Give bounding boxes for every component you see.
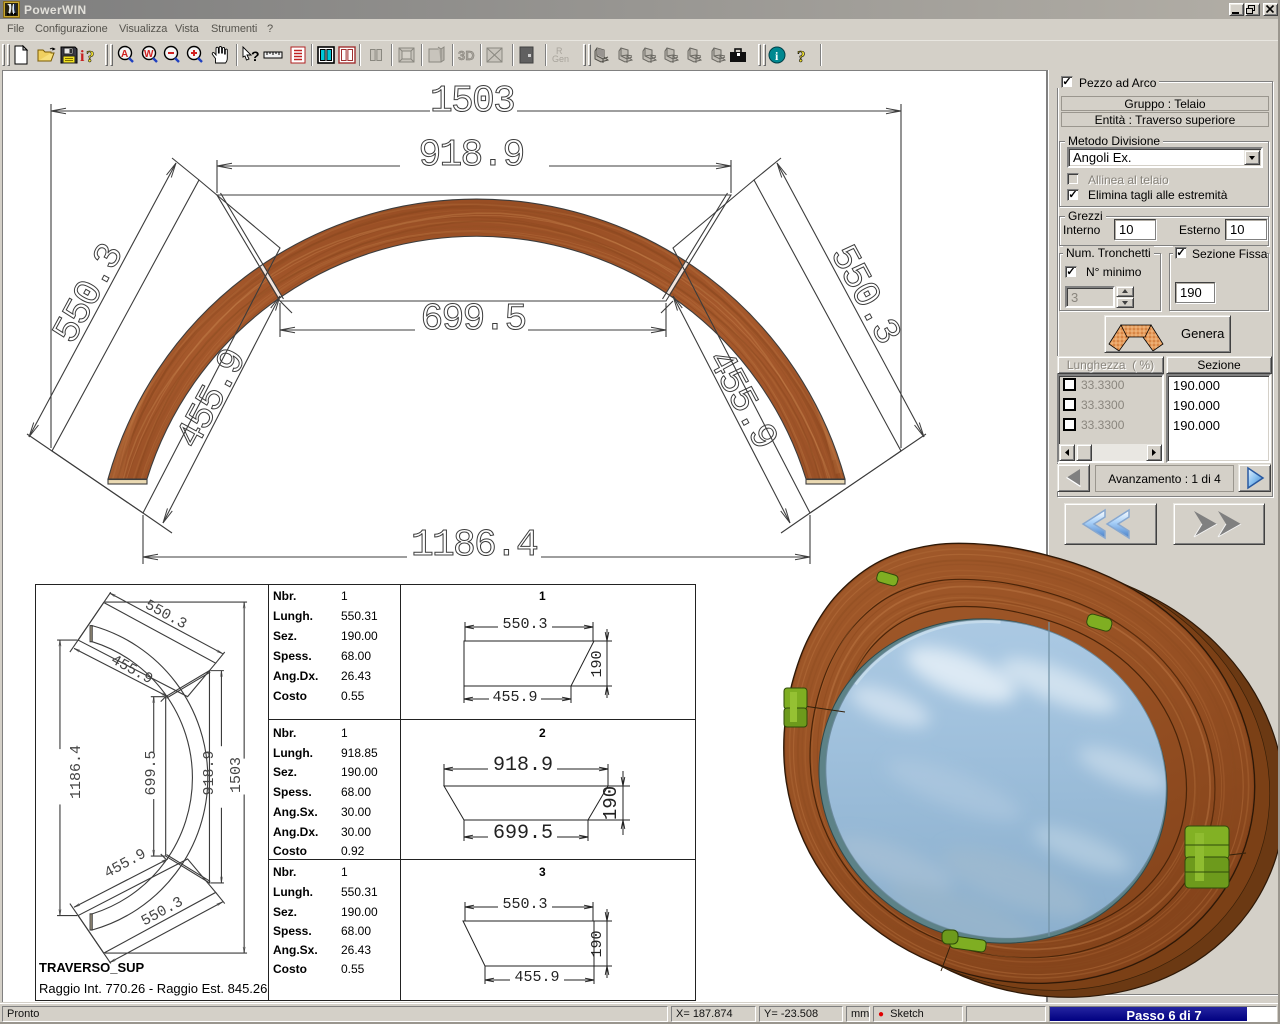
- svg-text:Genera: Genera: [1181, 326, 1225, 341]
- svg-text:?: ?: [251, 48, 260, 64]
- svg-text:A: A: [121, 49, 128, 60]
- svg-text:?: ?: [86, 47, 95, 65]
- svg-text:i: i: [80, 48, 85, 65]
- svg-text:?: ?: [797, 47, 806, 65]
- svg-text:3D: 3D: [458, 48, 475, 63]
- svg-text:Gen: Gen: [552, 54, 569, 64]
- svg-text:W: W: [144, 49, 154, 60]
